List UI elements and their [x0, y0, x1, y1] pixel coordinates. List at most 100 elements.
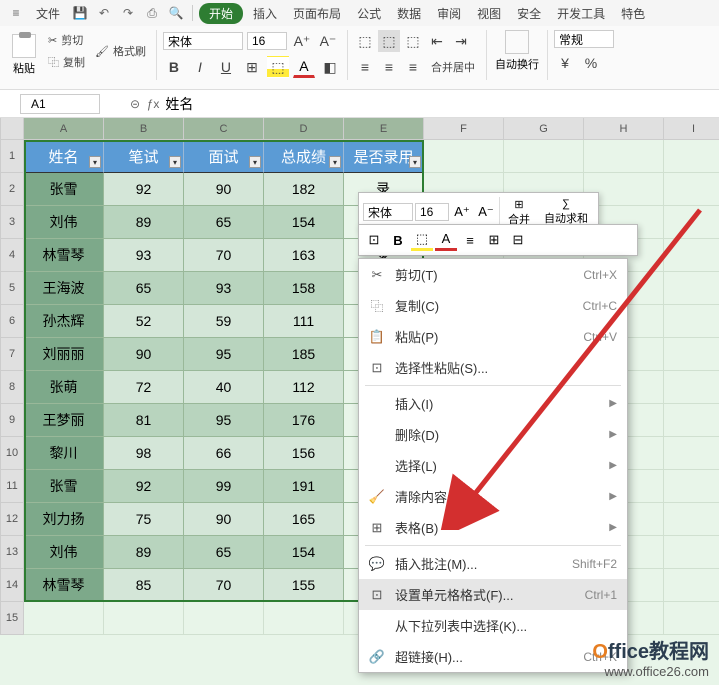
mini-dec-font-icon[interactable]: A⁻: [475, 201, 497, 223]
col-header-A[interactable]: A: [24, 118, 104, 140]
cell[interactable]: [664, 602, 719, 635]
mini-merge-button[interactable]: ⊞合并: [502, 198, 536, 227]
font-select[interactable]: [163, 32, 243, 50]
data-cell[interactable]: 98: [104, 437, 184, 470]
ctx-item[interactable]: 从下拉列表中选择(K)...: [359, 610, 627, 641]
col-header-I[interactable]: I: [664, 118, 719, 140]
data-cell[interactable]: 99: [184, 470, 264, 503]
data-cell[interactable]: 黎川: [24, 437, 104, 470]
data-cell[interactable]: 张萌: [24, 371, 104, 404]
data-cell[interactable]: 155: [264, 569, 344, 602]
cell-reference[interactable]: [20, 94, 100, 114]
menu-icon[interactable]: ≡: [6, 3, 26, 23]
tab-formula[interactable]: 公式: [351, 3, 387, 24]
header-cell[interactable]: 面试▾: [184, 140, 264, 173]
number-format-select[interactable]: [554, 30, 614, 48]
highlight-button[interactable]: ◧: [319, 56, 341, 78]
col-header-B[interactable]: B: [104, 118, 184, 140]
cell[interactable]: [664, 272, 719, 305]
underline-button[interactable]: U: [215, 56, 237, 78]
align-left-icon[interactable]: ≡: [354, 56, 376, 78]
tab-layout[interactable]: 页面布局: [287, 3, 347, 24]
row-header-13[interactable]: 13: [0, 536, 24, 569]
select-all-corner[interactable]: [0, 118, 24, 140]
data-cell[interactable]: 52: [104, 305, 184, 338]
data-cell[interactable]: 176: [264, 404, 344, 437]
col-header-D[interactable]: D: [264, 118, 344, 140]
ctx-item[interactable]: 🔗超链接(H)...Ctrl+K: [359, 641, 627, 672]
data-cell[interactable]: 185: [264, 338, 344, 371]
ctx-item[interactable]: 💬插入批注(M)...Shift+F2: [359, 548, 627, 579]
cell[interactable]: [664, 239, 719, 272]
align-mid-icon[interactable]: ⬚: [378, 30, 400, 52]
mini-autosum-button[interactable]: ∑自动求和: [538, 198, 594, 226]
data-cell[interactable]: 191: [264, 470, 344, 503]
row-header-8[interactable]: 8: [0, 371, 24, 404]
row-header-10[interactable]: 10: [0, 437, 24, 470]
data-cell[interactable]: 刘伟: [24, 536, 104, 569]
cell[interactable]: [664, 206, 719, 239]
data-cell[interactable]: 93: [184, 272, 264, 305]
row-header-4[interactable]: 4: [0, 239, 24, 272]
row-header-15[interactable]: 15: [0, 602, 24, 635]
data-cell[interactable]: 95: [184, 404, 264, 437]
data-cell[interactable]: 75: [104, 503, 184, 536]
data-cell[interactable]: 刘伟: [24, 206, 104, 239]
row-header-14[interactable]: 14: [0, 569, 24, 602]
fx-icon[interactable]: ⊝ ƒx: [130, 97, 159, 111]
row-header-3[interactable]: 3: [0, 206, 24, 239]
data-cell[interactable]: 70: [184, 569, 264, 602]
percent-icon[interactable]: %: [580, 52, 602, 74]
mini-bold-button[interactable]: B: [387, 229, 409, 251]
row-header-1[interactable]: 1: [0, 140, 24, 173]
cell[interactable]: [664, 536, 719, 569]
tab-insert[interactable]: 插入: [247, 3, 283, 24]
data-cell[interactable]: 158: [264, 272, 344, 305]
data-cell[interactable]: 林雪琴: [24, 239, 104, 272]
mini-size-select[interactable]: [415, 203, 449, 221]
italic-button[interactable]: I: [189, 56, 211, 78]
data-cell[interactable]: 66: [184, 437, 264, 470]
tab-review[interactable]: 审阅: [431, 3, 467, 24]
ctx-item[interactable]: ⿻复制(C)Ctrl+C: [359, 290, 627, 321]
data-cell[interactable]: 154: [264, 536, 344, 569]
cell[interactable]: [664, 404, 719, 437]
mini-clear-button[interactable]: ⊟: [507, 229, 529, 251]
cell[interactable]: [664, 338, 719, 371]
data-cell[interactable]: 93: [104, 239, 184, 272]
filter-dropdown-icon[interactable]: ▾: [249, 156, 261, 168]
data-cell[interactable]: 72: [104, 371, 184, 404]
data-cell[interactable]: 112: [264, 371, 344, 404]
tab-view[interactable]: 视图: [471, 3, 507, 24]
paste-button[interactable]: 粘贴: [6, 30, 42, 80]
col-header-F[interactable]: F: [424, 118, 504, 140]
decrease-font-icon[interactable]: A⁻: [317, 30, 339, 52]
file-menu[interactable]: 文件: [30, 3, 66, 24]
wrap-button[interactable]: 自动换行: [493, 30, 541, 72]
data-cell[interactable]: 92: [104, 470, 184, 503]
mini-align-button[interactable]: ≡: [459, 229, 481, 251]
print-icon[interactable]: ⎙: [142, 3, 162, 23]
copy-button[interactable]: ⿻复制: [44, 52, 89, 72]
mini-inc-font-icon[interactable]: A⁺: [451, 201, 473, 223]
data-cell[interactable]: 111: [264, 305, 344, 338]
tab-dev[interactable]: 开发工具: [551, 3, 611, 24]
data-cell[interactable]: 40: [184, 371, 264, 404]
cell[interactable]: [184, 602, 264, 635]
data-cell[interactable]: 张雪: [24, 470, 104, 503]
merge-button[interactable]: 合并居中: [426, 56, 480, 78]
cell[interactable]: [104, 602, 184, 635]
fill-button[interactable]: ⬚: [267, 56, 289, 78]
cut-button[interactable]: ✂剪切: [44, 30, 89, 50]
cell[interactable]: [664, 569, 719, 602]
font-color-button[interactable]: A: [293, 56, 315, 78]
col-header-H[interactable]: H: [584, 118, 664, 140]
data-cell[interactable]: 156: [264, 437, 344, 470]
undo-icon[interactable]: ↶: [94, 3, 114, 23]
filter-dropdown-icon[interactable]: ▾: [169, 156, 181, 168]
formula-value[interactable]: 姓名: [165, 94, 193, 114]
cell[interactable]: [264, 602, 344, 635]
tab-security[interactable]: 安全: [511, 3, 547, 24]
cell[interactable]: [664, 305, 719, 338]
header-cell[interactable]: 总成绩▾: [264, 140, 344, 173]
